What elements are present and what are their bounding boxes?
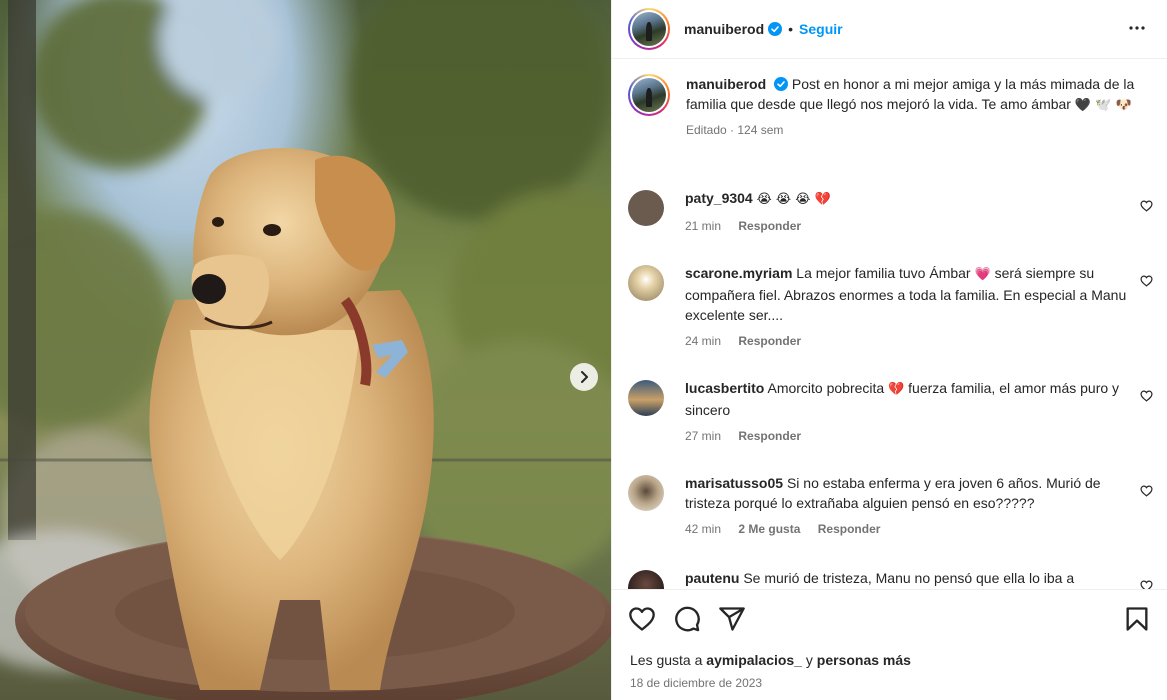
comment-username[interactable]: pautenu — [685, 570, 739, 586]
author-avatar[interactable] — [628, 8, 670, 50]
comment-item: marisatusso05 Si no estaba enferma y era… — [628, 473, 1153, 537]
comment-text: Se murió de tristeza, Manu no pensó que … — [743, 570, 1075, 586]
comment-time: 42 min — [685, 522, 722, 536]
more-icon — [1129, 25, 1145, 30]
follow-button[interactable]: Seguir — [799, 21, 843, 37]
caption-avatar[interactable] — [628, 74, 670, 116]
next-media-button[interactable] — [570, 363, 598, 391]
heart-icon[interactable] — [1140, 275, 1153, 287]
post-side-panel: manuiberod • Seguir manuiberod Post en h… — [611, 0, 1167, 700]
post-date: 18 de diciembre de 2023 — [630, 676, 763, 690]
reply-button[interactable]: Responder — [738, 334, 801, 348]
comment-item: scarone.myriam La mejor familia tuvo Ámb… — [628, 263, 1153, 349]
comment-icon[interactable] — [673, 605, 701, 633]
comment-username[interactable]: scarone.myriam — [685, 265, 792, 281]
comment-time: 21 min — [685, 219, 722, 233]
verified-icon — [774, 77, 789, 91]
like-heart-icon[interactable] — [628, 605, 656, 633]
verified-icon — [768, 22, 783, 36]
author-username[interactable]: manuiberod — [684, 21, 764, 37]
comment-username[interactable]: paty_9304 — [685, 190, 753, 206]
heart-icon[interactable] — [1140, 485, 1153, 497]
post-header: manuiberod • Seguir — [612, 0, 1167, 59]
likes-summary: Les gusta a aymipalacios_ y personas más — [630, 652, 911, 668]
comment-avatar[interactable] — [628, 380, 664, 416]
likes-prefix: Les gusta a — [630, 652, 703, 668]
heart-icon[interactable] — [1140, 580, 1153, 589]
next-arrow-icon — [581, 371, 588, 383]
comment-item: paty_9304 😭 😭 😭 💔 21 min Responder — [628, 188, 1153, 234]
comment-item: lucasbertito Amorcito pobrecita 💔 fuerza… — [628, 378, 1153, 444]
comment-time: 27 min — [685, 429, 722, 443]
comment-avatar[interactable] — [628, 190, 664, 226]
comment-avatar[interactable] — [628, 265, 664, 301]
heart-icon[interactable] — [1140, 390, 1153, 402]
comment-emojis: 💗 — [974, 267, 991, 282]
comment-likes[interactable]: 2 Me gusta — [738, 522, 800, 536]
comments-section: manuiberod Post en honor a mi mejor amig… — [612, 60, 1167, 589]
comment-emojis: 😭 😭 😭 💔 — [756, 192, 831, 207]
dog-photo — [0, 0, 611, 700]
comment-item: pautenu Se murió de tristeza, Manu no pe… — [628, 568, 1153, 589]
bookmark-icon[interactable] — [1123, 605, 1151, 633]
reply-button[interactable]: Responder — [738, 219, 801, 233]
comment-avatar[interactable] — [628, 570, 664, 589]
comment-text: Amorcito pobrecita — [767, 380, 885, 396]
heart-icon[interactable] — [1140, 200, 1153, 212]
comment-username[interactable]: lucasbertito — [685, 380, 764, 396]
separator-dot: • — [788, 21, 794, 37]
likes-mid: y — [805, 652, 813, 668]
others-link[interactable]: personas más — [817, 652, 911, 668]
reply-button[interactable]: Responder — [738, 429, 801, 443]
comment-emojis: 💔 — [888, 382, 905, 397]
caption-emojis: 🖤 🕊️ 🐶 — [1074, 98, 1132, 113]
more-options-button[interactable] — [1123, 14, 1151, 45]
caption-meta: Editado · 124 sem — [686, 123, 784, 137]
caption-username[interactable]: manuiberod — [686, 76, 766, 92]
comment-avatar[interactable] — [628, 475, 664, 511]
caption: manuiberod Post en honor a mi mejor amig… — [628, 74, 1153, 138]
share-icon[interactable] — [718, 605, 746, 633]
comment-time: 24 min — [685, 334, 722, 348]
post-actions: Les gusta a aymipalacios_ y personas más… — [612, 589, 1167, 700]
reply-button[interactable]: Responder — [818, 522, 881, 536]
liker-username[interactable]: aymipalacios_ — [706, 652, 802, 668]
comment-username[interactable]: marisatusso05 — [685, 475, 783, 491]
comment-text: La mejor familia tuvo Ámbar — [796, 265, 971, 281]
post-media — [0, 0, 611, 700]
